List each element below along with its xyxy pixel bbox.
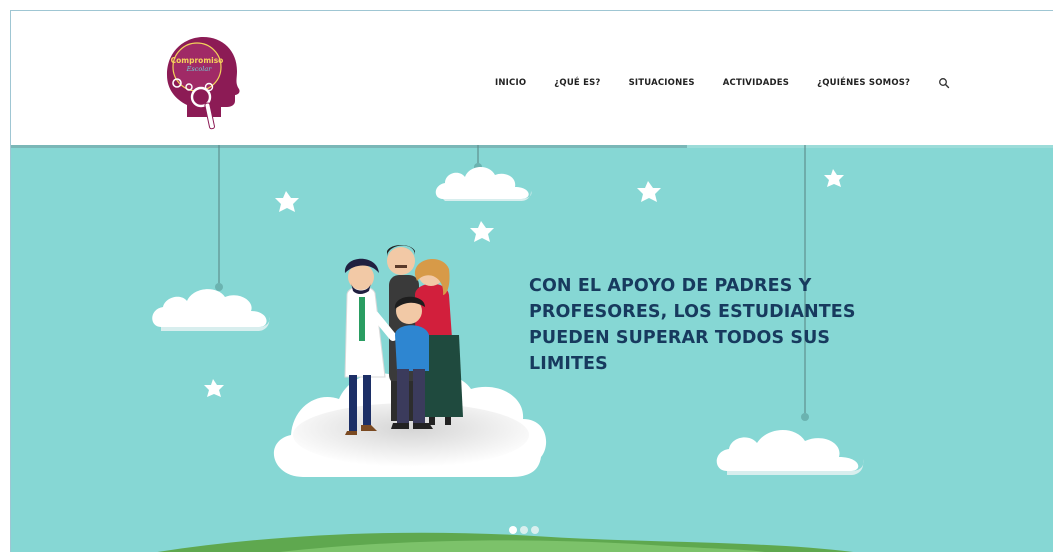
slider-pagination (509, 526, 539, 534)
slider-dot-1[interactable] (509, 526, 517, 534)
nav-item-que-es[interactable]: ¿QUÉ ES? (554, 78, 600, 88)
slider-dot-2[interactable] (520, 526, 528, 534)
cloud (716, 413, 864, 475)
search-icon[interactable] (938, 77, 950, 89)
page-frame: Compromiso Escolar INICIO ¿QUÉ ES? SITUA… (10, 10, 1053, 552)
star (204, 379, 224, 397)
star (637, 181, 661, 202)
nav-item-inicio[interactable]: INICIO (495, 78, 526, 88)
cloud (435, 163, 532, 201)
nav-item-actividades[interactable]: ACTIVIDADES (723, 78, 789, 88)
star (470, 221, 494, 242)
ground-hills (157, 532, 853, 552)
logo-text: Compromiso (171, 56, 224, 65)
slider-dot-3[interactable] (531, 526, 539, 534)
hero-headline: CON EL APOYO DE PADRES Y PROFESORES, LOS… (529, 276, 856, 374)
nav-item-situaciones[interactable]: SITUACIONES (629, 78, 695, 88)
cloud (152, 283, 270, 331)
star (824, 169, 844, 187)
svg-text:Escolar: Escolar (186, 65, 213, 73)
nav-item-quienes-somos[interactable]: ¿QUIÉNES SOMOS? (817, 78, 910, 88)
site-header: Compromiso Escolar INICIO ¿QUÉ ES? SITUA… (11, 11, 1053, 146)
main-nav: INICIO ¿QUÉ ES? SITUACIONES ACTIVIDADES … (495, 77, 950, 89)
star (275, 191, 299, 212)
hero-slider: CON EL APOYO DE PADRES Y PROFESORES, LOS… (11, 145, 1053, 552)
site-logo[interactable]: Compromiso Escolar (161, 35, 241, 133)
